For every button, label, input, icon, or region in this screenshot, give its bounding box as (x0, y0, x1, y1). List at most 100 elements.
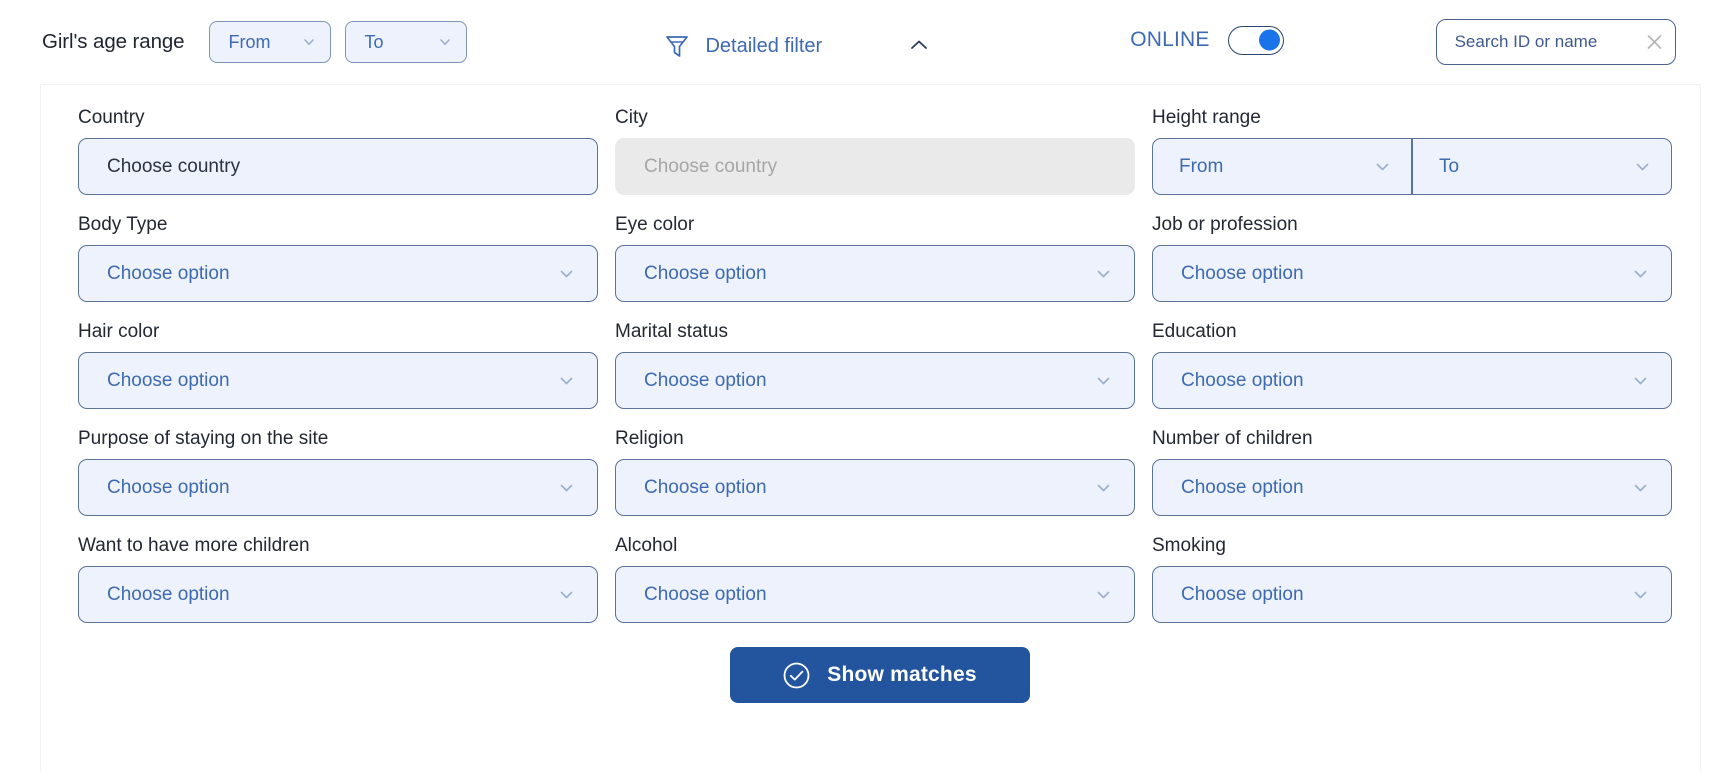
height-from-value: From (1179, 156, 1223, 178)
age-range-group: Girl's age range From To (42, 21, 467, 63)
field-label: Purpose of staying on the site (78, 427, 598, 451)
job-value: Choose option (1181, 263, 1304, 285)
check-circle-icon (782, 661, 811, 690)
filter-toolbar: Girl's age range From To (0, 0, 1719, 84)
filter-field-number-of-children: Number of children Choose option (1152, 427, 1672, 516)
city-value: Choose country (644, 156, 777, 178)
age-to-value: To (364, 32, 383, 53)
filter-grid: Country Choose country City Choose count… (78, 106, 1678, 641)
field-label: Marital status (615, 320, 1135, 344)
chevron-down-icon (558, 372, 575, 389)
age-to-select[interactable]: To (345, 21, 467, 63)
body-type-select[interactable]: Choose option (78, 245, 598, 302)
search-field[interactable] (1436, 19, 1676, 65)
detailed-filter-button[interactable]: Detailed filter (663, 28, 822, 56)
job-select[interactable]: Choose option (1152, 245, 1672, 302)
hair-color-value: Choose option (107, 370, 230, 392)
field-label: Religion (615, 427, 1135, 451)
want-more-children-select[interactable]: Choose option (78, 566, 598, 623)
filter-field-country: Country Choose country (78, 106, 598, 195)
chevron-down-icon (302, 35, 316, 49)
field-label: City (615, 106, 1135, 130)
search-input[interactable] (1453, 20, 1631, 64)
smoking-select[interactable]: Choose option (1152, 566, 1672, 623)
chevron-down-icon (558, 479, 575, 496)
chevron-down-icon (1095, 372, 1112, 389)
filter-field-alcohol: Alcohol Choose option (615, 534, 1135, 623)
alcohol-select[interactable]: Choose option (615, 566, 1135, 623)
height-range-group: From To (1152, 138, 1672, 195)
field-label: Smoking (1152, 534, 1672, 558)
body-type-value: Choose option (107, 263, 230, 285)
chevron-up-icon[interactable] (908, 37, 930, 53)
filter-field-hair-color: Hair color Choose option (78, 320, 598, 409)
alcohol-value: Choose option (644, 584, 767, 606)
marital-status-value: Choose option (644, 370, 767, 392)
chevron-down-icon (1632, 265, 1649, 282)
city-select: Choose country (615, 138, 1135, 195)
age-range-label: Girl's age range (42, 30, 184, 54)
filter-field-religion: Religion Choose option (615, 427, 1135, 516)
filter-field-education: Education Choose option (1152, 320, 1672, 409)
field-label: Number of children (1152, 427, 1672, 451)
field-label: Eye color (615, 213, 1135, 237)
eye-color-select[interactable]: Choose option (615, 245, 1135, 302)
hair-color-select[interactable]: Choose option (78, 352, 598, 409)
age-from-select[interactable]: From (209, 21, 331, 63)
religion-value: Choose option (644, 477, 767, 499)
filter-field-want-more-children: Want to have more children Choose option (78, 534, 598, 623)
field-label: Body Type (78, 213, 598, 237)
detailed-filter-panel: Country Choose country City Choose count… (0, 106, 1719, 703)
close-icon[interactable] (1646, 34, 1663, 51)
purpose-select[interactable]: Choose option (78, 459, 598, 516)
field-label: Alcohol (615, 534, 1135, 558)
country-value: Choose country (107, 156, 240, 178)
filter-field-smoking: Smoking Choose option (1152, 534, 1672, 623)
eye-color-value: Choose option (644, 263, 767, 285)
chevron-down-icon (558, 265, 575, 282)
chevron-down-icon (1095, 586, 1112, 603)
height-to-select[interactable]: To (1412, 138, 1672, 195)
country-select[interactable]: Choose country (78, 138, 598, 195)
filter-field-body-type: Body Type Choose option (78, 213, 598, 302)
field-label: Height range (1152, 106, 1672, 130)
filter-field-marital-status: Marital status Choose option (615, 320, 1135, 409)
marital-status-select[interactable]: Choose option (615, 352, 1135, 409)
height-from-select[interactable]: From (1152, 138, 1412, 195)
field-label: Hair color (78, 320, 598, 344)
show-matches-label: Show matches (827, 663, 976, 687)
purpose-value: Choose option (107, 477, 230, 499)
chevron-down-icon (438, 35, 452, 49)
filter-field-eye-color: Eye color Choose option (615, 213, 1135, 302)
religion-select[interactable]: Choose option (615, 459, 1135, 516)
online-filter-group: ONLINE (1130, 28, 1283, 57)
chevron-down-icon (1632, 479, 1649, 496)
toggle-knob (1259, 30, 1280, 51)
education-select[interactable]: Choose option (1152, 352, 1672, 409)
number-of-children-value: Choose option (1181, 477, 1304, 499)
field-label: Education (1152, 320, 1672, 344)
age-from-value: From (228, 32, 270, 53)
field-label: Want to have more children (78, 534, 598, 558)
chevron-down-icon (1374, 158, 1391, 175)
filter-field-job: Job or profession Choose option (1152, 213, 1672, 302)
number-of-children-select[interactable]: Choose option (1152, 459, 1672, 516)
education-value: Choose option (1181, 370, 1304, 392)
smoking-value: Choose option (1181, 584, 1304, 606)
chevron-down-icon (558, 586, 575, 603)
field-label: Country (78, 106, 598, 130)
submit-row: Show matches (40, 647, 1719, 703)
filter-field-height-range: Height range From To (1152, 106, 1672, 195)
show-matches-button[interactable]: Show matches (730, 647, 1030, 703)
toolbar-divider (40, 84, 1701, 85)
online-label: ONLINE (1130, 28, 1209, 52)
chevron-down-icon (1632, 586, 1649, 603)
chevron-down-icon (1632, 372, 1649, 389)
online-toggle[interactable] (1228, 26, 1284, 55)
field-label: Job or profession (1152, 213, 1672, 237)
height-to-value: To (1439, 156, 1459, 178)
chevron-down-icon (1095, 479, 1112, 496)
want-more-children-value: Choose option (107, 584, 230, 606)
detailed-filter-label: Detailed filter (705, 35, 822, 58)
funnel-icon (663, 32, 691, 60)
